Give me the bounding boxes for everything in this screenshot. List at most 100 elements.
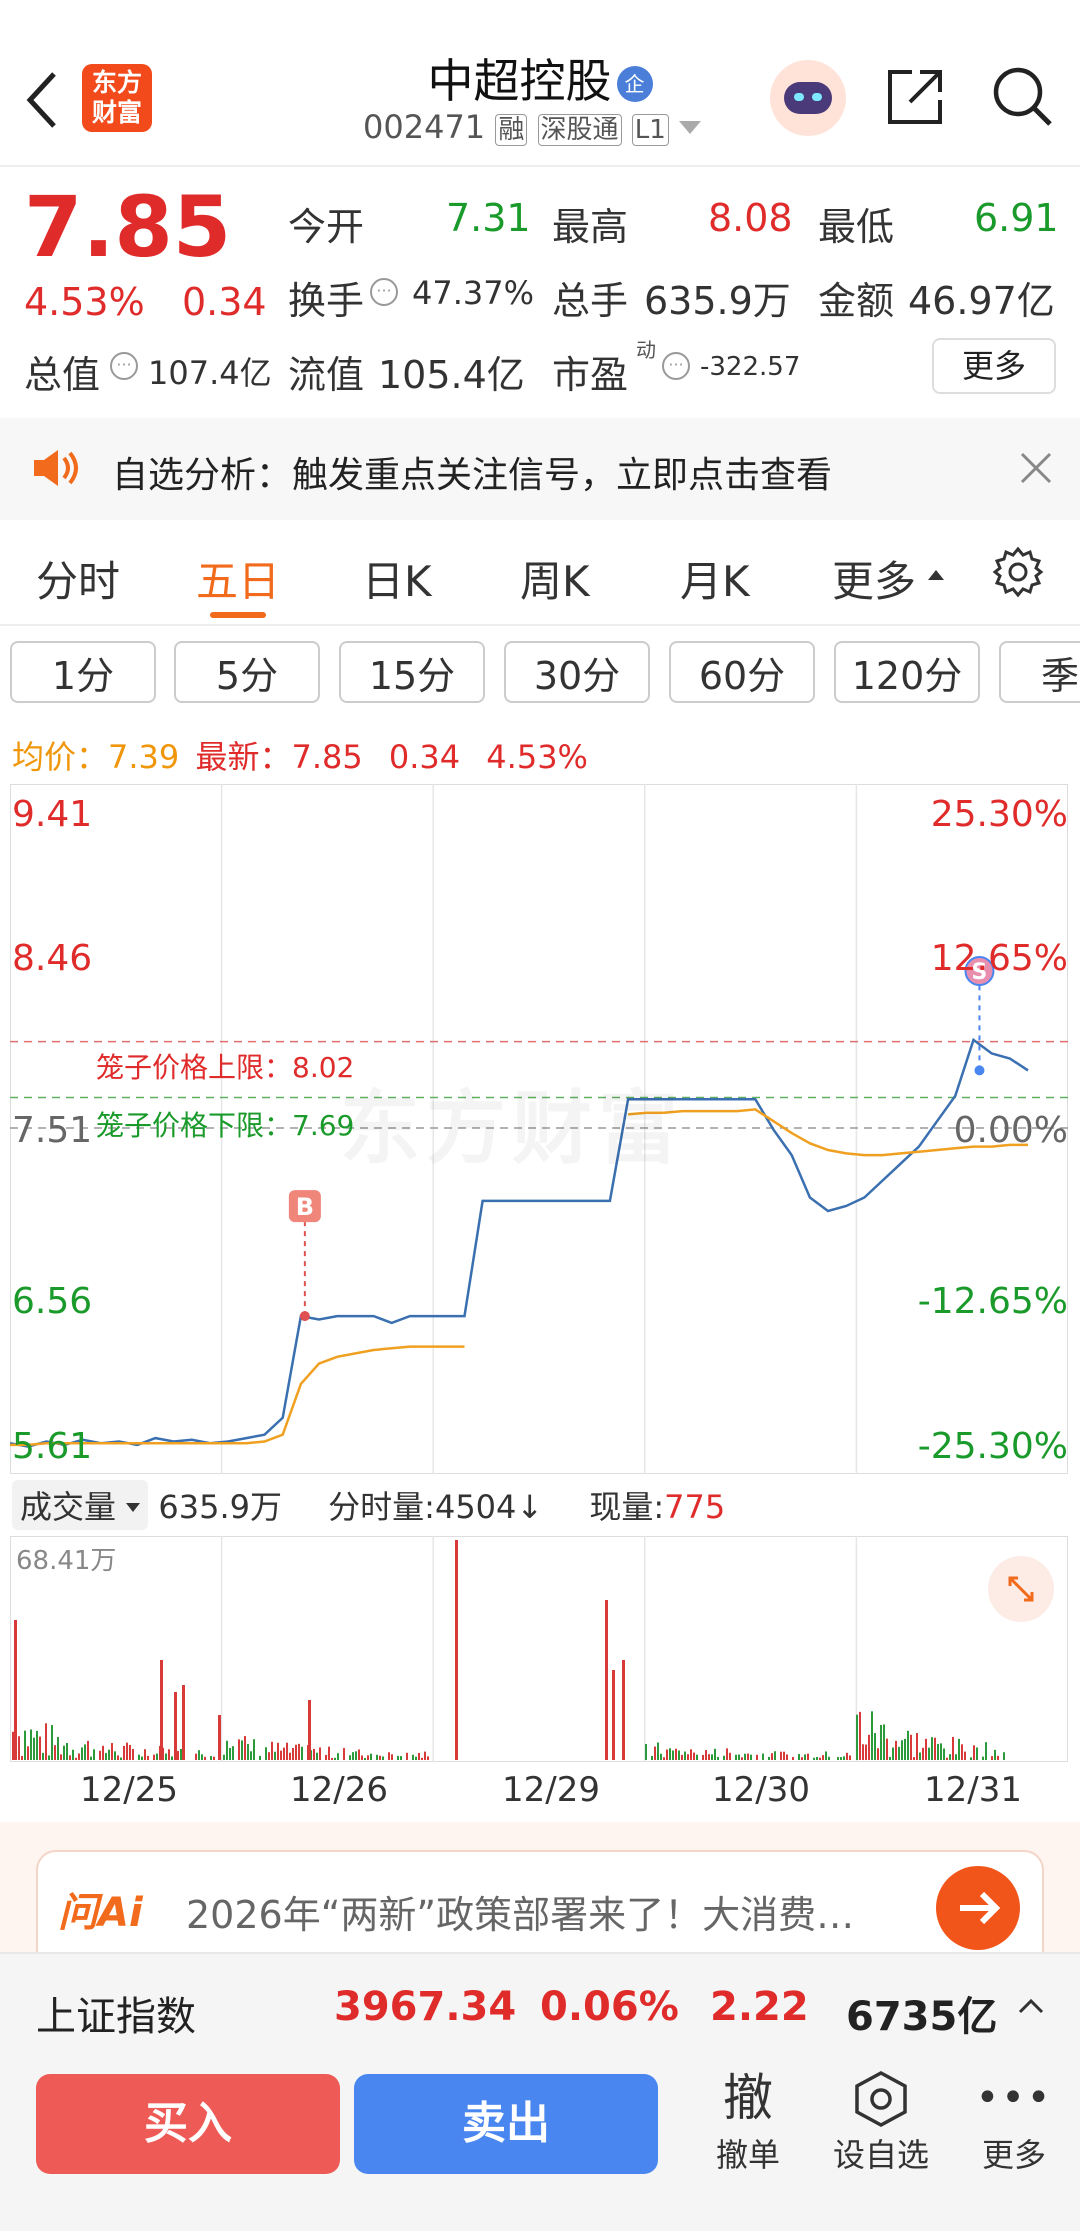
tab-five-day[interactable]: 五日 [196,548,280,609]
volume-bar [268,1752,270,1760]
volume-bar [123,1745,125,1760]
chevron-up-icon[interactable] [1018,1998,1044,2018]
volume-bar [277,1742,279,1760]
index-bar[interactable]: 上证指数 3967.34 0.06% 2.22 6735亿 [0,1952,1080,2058]
volume-bar [898,1746,900,1760]
sell-button[interactable]: 卖出 [354,2074,658,2174]
volume-selector[interactable]: 成交量 [12,1480,149,1530]
period-5min[interactable]: 5分 [174,641,320,703]
volume-bar [60,1754,62,1760]
volume-bar [400,1756,402,1760]
y-right-tick-0: 25.30% [930,794,1068,835]
volume-bar [138,1754,140,1760]
volume-label: 成交量 [20,1488,117,1526]
more-button[interactable]: 更多 [932,338,1056,394]
buy-button[interactable]: 买入 [36,2074,340,2174]
volume-spike-bar [218,1715,221,1760]
volume-spike-bar [174,1692,177,1760]
x-tick-3: 12/30 [712,1770,810,1810]
volume-bar [213,1756,215,1760]
tab-intraday[interactable]: 分时 [36,548,120,609]
y-right-tick-3: -12.65% [917,1281,1068,1322]
volume-bar [51,1725,53,1760]
current-volume-label: 现量: [589,1488,665,1526]
tag-margin: 融 [495,114,528,146]
volume-bar [334,1757,336,1760]
tab-monthly-k[interactable]: 月K [680,548,750,609]
volume-bar [798,1754,800,1760]
volume-spike-bar [308,1700,311,1760]
volume-bar [18,1736,20,1760]
cancel-order-button[interactable]: 撤 撤单 [700,2066,796,2176]
y-left-tick-0: 9.41 [12,794,93,835]
search-icon[interactable] [990,64,1054,132]
float-value: 105.4亿 [378,353,525,397]
tick-volume: 4504 [434,1488,517,1526]
period-quarter[interactable]: 季 [999,641,1080,703]
volume-bar [964,1751,966,1760]
info-icon[interactable]: ··· [370,278,398,306]
volume-spike-bar [605,1600,608,1760]
five-day-chart[interactable]: BS 东方财富 9.41 8.46 7.51 6.56 5.61 25.30% … [10,784,1068,1474]
volume-bar [892,1747,894,1760]
volume-bar [33,1737,35,1760]
volume-bar [39,1736,41,1760]
down-arrow-icon: ↓ [516,1488,544,1526]
dropdown-icon[interactable] [678,121,701,134]
period-30min[interactable]: 30分 [504,641,650,703]
info-icon[interactable]: ··· [110,352,138,380]
period-120min[interactable]: 120分 [834,641,980,703]
stock-name: 中超控股 [427,54,612,108]
period-60min[interactable]: 60分 [669,641,815,703]
avg-value: 7.39 [108,738,180,776]
volume-bar [919,1752,921,1760]
volume-bar [229,1747,231,1760]
info-icon[interactable]: ··· [662,352,690,380]
low-label: 最低 [818,205,895,249]
share-icon[interactable] [884,66,946,132]
volume-chart[interactable]: 68.41万 [10,1536,1068,1762]
volume-bar [696,1754,698,1760]
volume-bar [195,1753,197,1760]
chart-watermark: 东方财富 [340,1064,684,1180]
volume-bar [840,1757,842,1760]
volume-bar [168,1749,170,1760]
buy-marker-dot [299,1311,310,1322]
volume-bar [672,1750,674,1760]
volume-bar [283,1747,285,1760]
tab-more[interactable]: 更多 [832,548,916,609]
expand-icon[interactable] [988,1556,1054,1622]
robot-avatar-icon[interactable] [770,60,846,136]
arrow-right-icon[interactable] [936,1866,1020,1950]
volume-bar [874,1733,876,1760]
open-label: 今开 [288,205,365,249]
volume-bar [955,1754,957,1760]
period-1min[interactable]: 1分 [10,641,156,703]
period-15min[interactable]: 15分 [339,641,485,703]
volume-total: 635.9万 [158,1488,282,1526]
volume-bar [397,1755,399,1760]
volume-bar [669,1748,671,1760]
volume-bar [12,1731,14,1760]
volume-bar [253,1739,255,1760]
volume-bar [657,1742,659,1760]
tick-volume-label: 分时量: [328,1488,435,1526]
volume-bar [660,1753,662,1760]
volume-spike-bar [455,1540,458,1760]
add-watchlist-label: 设自选 [832,2136,929,2174]
volume-bar [108,1749,110,1760]
tab-weekly-k[interactable]: 周K [520,548,590,609]
cancel-glyph-icon: 撤 [723,2069,773,2127]
notice-bar[interactable]: 自选分析：触发重点关注信号，立即点击查看 [0,418,1080,520]
volume-bar [63,1745,65,1760]
add-watchlist-button[interactable]: 设自选 [826,2070,936,2176]
volume-chart-svg [10,1536,1068,1762]
settings-gear-icon[interactable] [992,546,1044,602]
volume-bar [786,1754,788,1760]
more-menu-button[interactable]: ••• 更多 [966,2070,1062,2176]
tab-daily-k[interactable]: 日K [362,548,432,609]
volume-bar [126,1742,128,1760]
close-icon[interactable] [1018,450,1054,490]
more-menu-label: 更多 [981,2136,1046,2174]
volume-bar [21,1755,23,1760]
